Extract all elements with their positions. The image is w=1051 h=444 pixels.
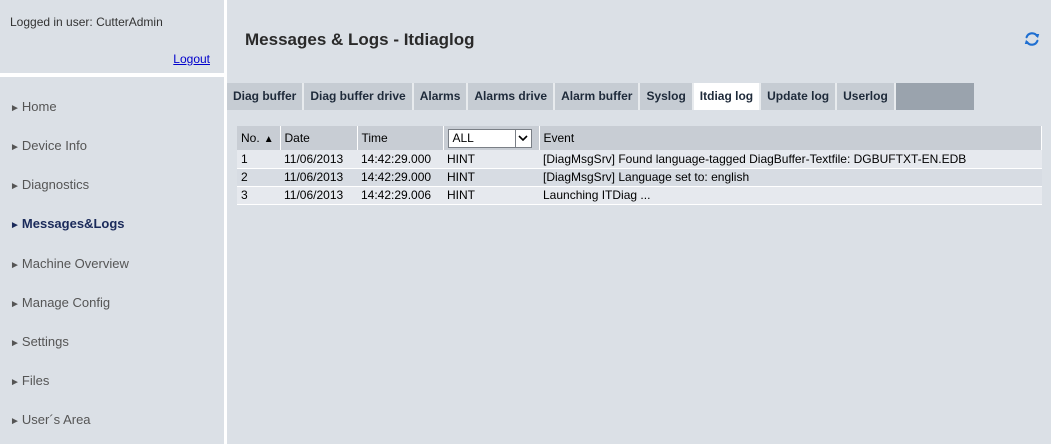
level-filter-value: ALL bbox=[452, 131, 474, 145]
cell-time: 14:42:29.000 bbox=[357, 168, 443, 187]
sidebar-nav: ► Home ► Device Info ► Diagnostics ► Message… bbox=[0, 77, 224, 444]
tab-bar: Diag buffer Diag buffer drive Alarms Ala… bbox=[227, 83, 954, 111]
tab-alarms[interactable]: Alarms bbox=[413, 83, 469, 110]
triangle-right-icon: ► bbox=[10, 338, 20, 349]
cell-time: 14:42:29.006 bbox=[357, 186, 443, 205]
sidebar-item-settings[interactable]: ► Settings bbox=[10, 332, 69, 352]
column-header-no[interactable]: No. ▲ bbox=[237, 126, 281, 150]
tab-itdiag-log[interactable]: Itdiag log bbox=[693, 83, 762, 111]
column-header-date[interactable]: Date bbox=[280, 126, 358, 150]
triangle-right-icon: ► bbox=[10, 103, 20, 114]
tab-bar-filler bbox=[895, 83, 954, 110]
cell-date: 11/06/2013 bbox=[280, 150, 357, 169]
triangle-right-icon: ► bbox=[10, 142, 20, 153]
table-row: 2 11/06/2013 14:42:29.000 HINT [DiagMsgS… bbox=[237, 168, 1042, 187]
sort-ascending-icon: ▲ bbox=[263, 134, 274, 145]
logout-link[interactable]: Logout bbox=[173, 52, 210, 66]
cell-event: Launching ITDiag ... bbox=[539, 186, 1042, 205]
log-table: No. ▲ Date Time ALL Event 1 11/06/2013 1… bbox=[237, 126, 1042, 205]
cell-time: 14:42:29.000 bbox=[357, 150, 443, 169]
tab-update-log[interactable]: Update log bbox=[761, 83, 838, 110]
tab-syslog[interactable]: Syslog bbox=[640, 83, 694, 110]
tab-userlog[interactable]: Userlog bbox=[837, 83, 896, 110]
sidebar-item-label: Diagnostics bbox=[21, 177, 90, 192]
triangle-right-icon: ► bbox=[10, 299, 20, 310]
page-header: Messages & Logs - Itdiaglog bbox=[224, 0, 1051, 75]
cell-date: 11/06/2013 bbox=[280, 168, 357, 187]
sidebar-item-label: Messages&Logs bbox=[21, 216, 125, 231]
logged-in-user-label: Logged in user: CutterAdmin bbox=[10, 15, 163, 29]
column-header-time[interactable]: Time bbox=[357, 126, 444, 150]
tab-alarm-buffer[interactable]: Alarm buffer bbox=[555, 83, 641, 110]
sidebar-item-label: Device Info bbox=[21, 138, 87, 153]
sidebar-item-label: Home bbox=[21, 99, 57, 114]
table-header-row: No. ▲ Date Time ALL Event bbox=[237, 126, 1042, 150]
table-row: 3 11/06/2013 14:42:29.006 HINT Launching… bbox=[237, 186, 1042, 205]
sidebar-item-label: Machine Overview bbox=[21, 256, 129, 271]
tab-alarms-drive[interactable]: Alarms drive bbox=[468, 83, 556, 110]
chevron-down-icon bbox=[514, 129, 531, 147]
sidebar-item-diagnostics[interactable]: ► Diagnostics bbox=[10, 175, 89, 195]
triangle-right-icon: ► bbox=[10, 260, 20, 271]
sidebar-item-label: Manage Config bbox=[21, 295, 111, 310]
log-content: No. ▲ Date Time ALL Event 1 11/06/2013 1… bbox=[227, 110, 1051, 444]
level-filter-select[interactable]: ALL bbox=[447, 128, 532, 148]
sidebar-item-files[interactable]: ► Files bbox=[10, 371, 49, 391]
table-row: 1 11/06/2013 14:42:29.000 HINT [DiagMsgS… bbox=[237, 150, 1042, 169]
cell-event: [DiagMsgSrv] Found language-tagged DiagB… bbox=[539, 150, 1042, 169]
column-header-event[interactable]: Event bbox=[539, 126, 1042, 150]
sidebar-item-label: User´s Area bbox=[21, 412, 91, 427]
sidebar-item-label: Files bbox=[21, 373, 50, 388]
sidebar-item-label: Settings bbox=[21, 334, 69, 349]
cell-level: HINT bbox=[443, 186, 539, 205]
triangle-right-icon: ► bbox=[10, 416, 20, 427]
column-header-no-label: No. bbox=[241, 131, 260, 145]
sidebar-item-device-info[interactable]: ► Device Info bbox=[10, 136, 87, 156]
page-title: Messages & Logs - Itdiaglog bbox=[245, 30, 475, 49]
triangle-right-icon: ► bbox=[10, 181, 20, 192]
sidebar-item-messages-logs[interactable]: ► Messages&Logs bbox=[10, 214, 125, 234]
sidebar: Logged in user: CutterAdmin Logout ► Home… bbox=[0, 0, 224, 444]
cell-no: 3 bbox=[237, 186, 280, 205]
sidebar-item-users-area[interactable]: ► User´s Area bbox=[10, 410, 91, 430]
cell-event: [DiagMsgSrv] Language set to: english bbox=[539, 168, 1042, 187]
cell-no: 1 bbox=[237, 150, 280, 169]
cell-no: 2 bbox=[237, 168, 280, 187]
cell-level: HINT bbox=[443, 150, 539, 169]
sidebar-item-home[interactable]: ► Home bbox=[10, 97, 57, 117]
triangle-right-icon: ► bbox=[10, 377, 20, 388]
tab-diag-buffer[interactable]: Diag buffer bbox=[227, 83, 305, 110]
cell-level: HINT bbox=[443, 168, 539, 187]
user-info-box: Logged in user: CutterAdmin Logout bbox=[0, 0, 224, 75]
main-panel: Diag buffer Diag buffer drive Alarms Ala… bbox=[227, 75, 1051, 444]
sidebar-item-machine-overview[interactable]: ► Machine Overview bbox=[10, 254, 129, 274]
tab-diag-buffer-drive[interactable]: Diag buffer drive bbox=[304, 83, 414, 110]
column-header-level-filter: ALL bbox=[443, 126, 540, 150]
refresh-icon[interactable] bbox=[1023, 30, 1041, 48]
sidebar-item-manage-config[interactable]: ► Manage Config bbox=[10, 293, 110, 313]
cell-date: 11/06/2013 bbox=[280, 186, 357, 205]
triangle-right-icon: ► bbox=[10, 220, 20, 231]
